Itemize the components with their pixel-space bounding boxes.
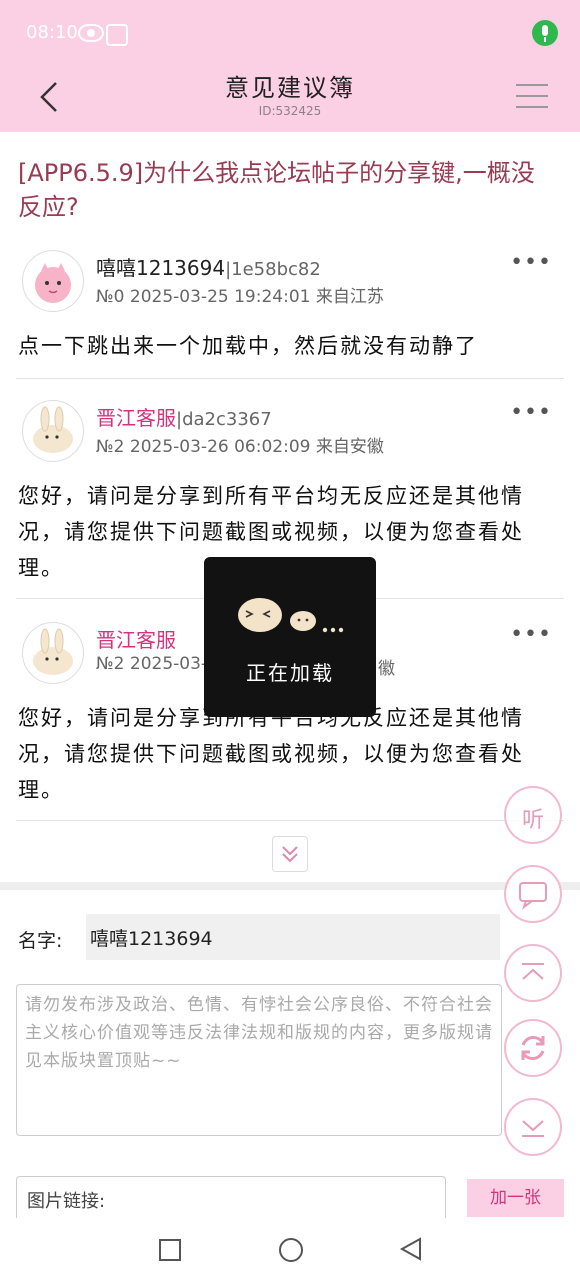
section-divider [0, 882, 580, 890]
add-image-button[interactable]: 加一张 [467, 1179, 564, 1217]
avatar[interactable] [22, 622, 84, 684]
system-nav-bar [0, 1218, 580, 1280]
board-id: ID:532425 [258, 104, 322, 118]
loading-overlay: 正在加载 [204, 557, 376, 717]
more-options-icon[interactable]: ••• [510, 250, 552, 275]
post-meta: №2 2025-03-26 06:02:09 来自安徽 [96, 437, 384, 457]
divider [16, 820, 564, 821]
post-username[interactable]: 晋江客服 [96, 628, 176, 652]
status-bar: 08:10 [0, 0, 580, 62]
arrow-up-to-top-icon [522, 963, 544, 980]
arrow-down-to-bottom-icon [522, 1120, 544, 1137]
status-time: 08:10 [26, 22, 78, 43]
eye-icon [78, 24, 104, 42]
hand-icon [106, 24, 128, 46]
menu-button[interactable] [516, 82, 548, 110]
loading-text: 正在加载 [246, 661, 334, 685]
divider [16, 378, 564, 379]
chat-bubble-icon [519, 882, 547, 910]
bunny-avatar-icon [33, 406, 73, 453]
avatar[interactable] [22, 400, 84, 462]
listen-button[interactable]: 听 [504, 786, 562, 844]
scroll-bottom-button[interactable] [504, 1098, 562, 1156]
post-meta: №2 2025-03- [96, 654, 208, 674]
bunny-avatar-icon [33, 628, 73, 675]
more-options-icon[interactable]: ••• [510, 622, 552, 647]
app-header: 意见建议簿 ID:532425 [0, 62, 580, 132]
refresh-button[interactable] [504, 1019, 562, 1077]
reply-content-textarea[interactable]: 请勿发布涉及政治、色情、有悖社会公序良俗、不符合社会主义核心价值观等违反法律法规… [16, 984, 502, 1136]
post-username[interactable]: 嘻嘻1213694 [96, 256, 225, 280]
menu-icon [516, 84, 548, 86]
microphone-icon [532, 20, 558, 46]
recent-apps-icon[interactable] [159, 1239, 181, 1261]
more-options-icon[interactable]: ••• [510, 400, 552, 425]
post-user-id: |1e58bc82 [225, 259, 321, 280]
post-username[interactable]: 晋江客服 [96, 406, 176, 430]
scroll-top-button[interactable] [504, 944, 562, 1002]
refresh-icon [521, 1036, 545, 1060]
name-label: 名字: [18, 930, 63, 952]
name-field[interactable]: 嘻嘻1213694 [86, 914, 500, 960]
home-icon[interactable] [279, 1238, 303, 1262]
comment-button[interactable] [504, 865, 562, 923]
back-triangle-icon[interactable] [398, 1236, 424, 1262]
post-content: 点一下跳出来一个加载中，然后就没有动静了 [18, 334, 478, 358]
post-meta: №0 2025-03-25 19:24:01 来自江苏 [96, 287, 384, 307]
post-user-id: |da2c3367 [176, 409, 272, 430]
post-meta-tail: 徽 [378, 659, 395, 679]
avatar[interactable] [22, 250, 84, 312]
page-title: 意见建议簿 [225, 74, 355, 102]
image-link-input[interactable]: 图片链接: [16, 1176, 446, 1222]
pink-puff-avatar-icon [35, 263, 71, 303]
double-chevron-down-icon [282, 846, 298, 863]
expand-more-button[interactable] [272, 836, 308, 872]
buns-loading-icon [238, 598, 344, 633]
listen-label: 听 [521, 808, 544, 833]
thread-title: [APP6.5.9]为什么我点论坛帖子的分享键,一概没反应? [18, 159, 535, 221]
